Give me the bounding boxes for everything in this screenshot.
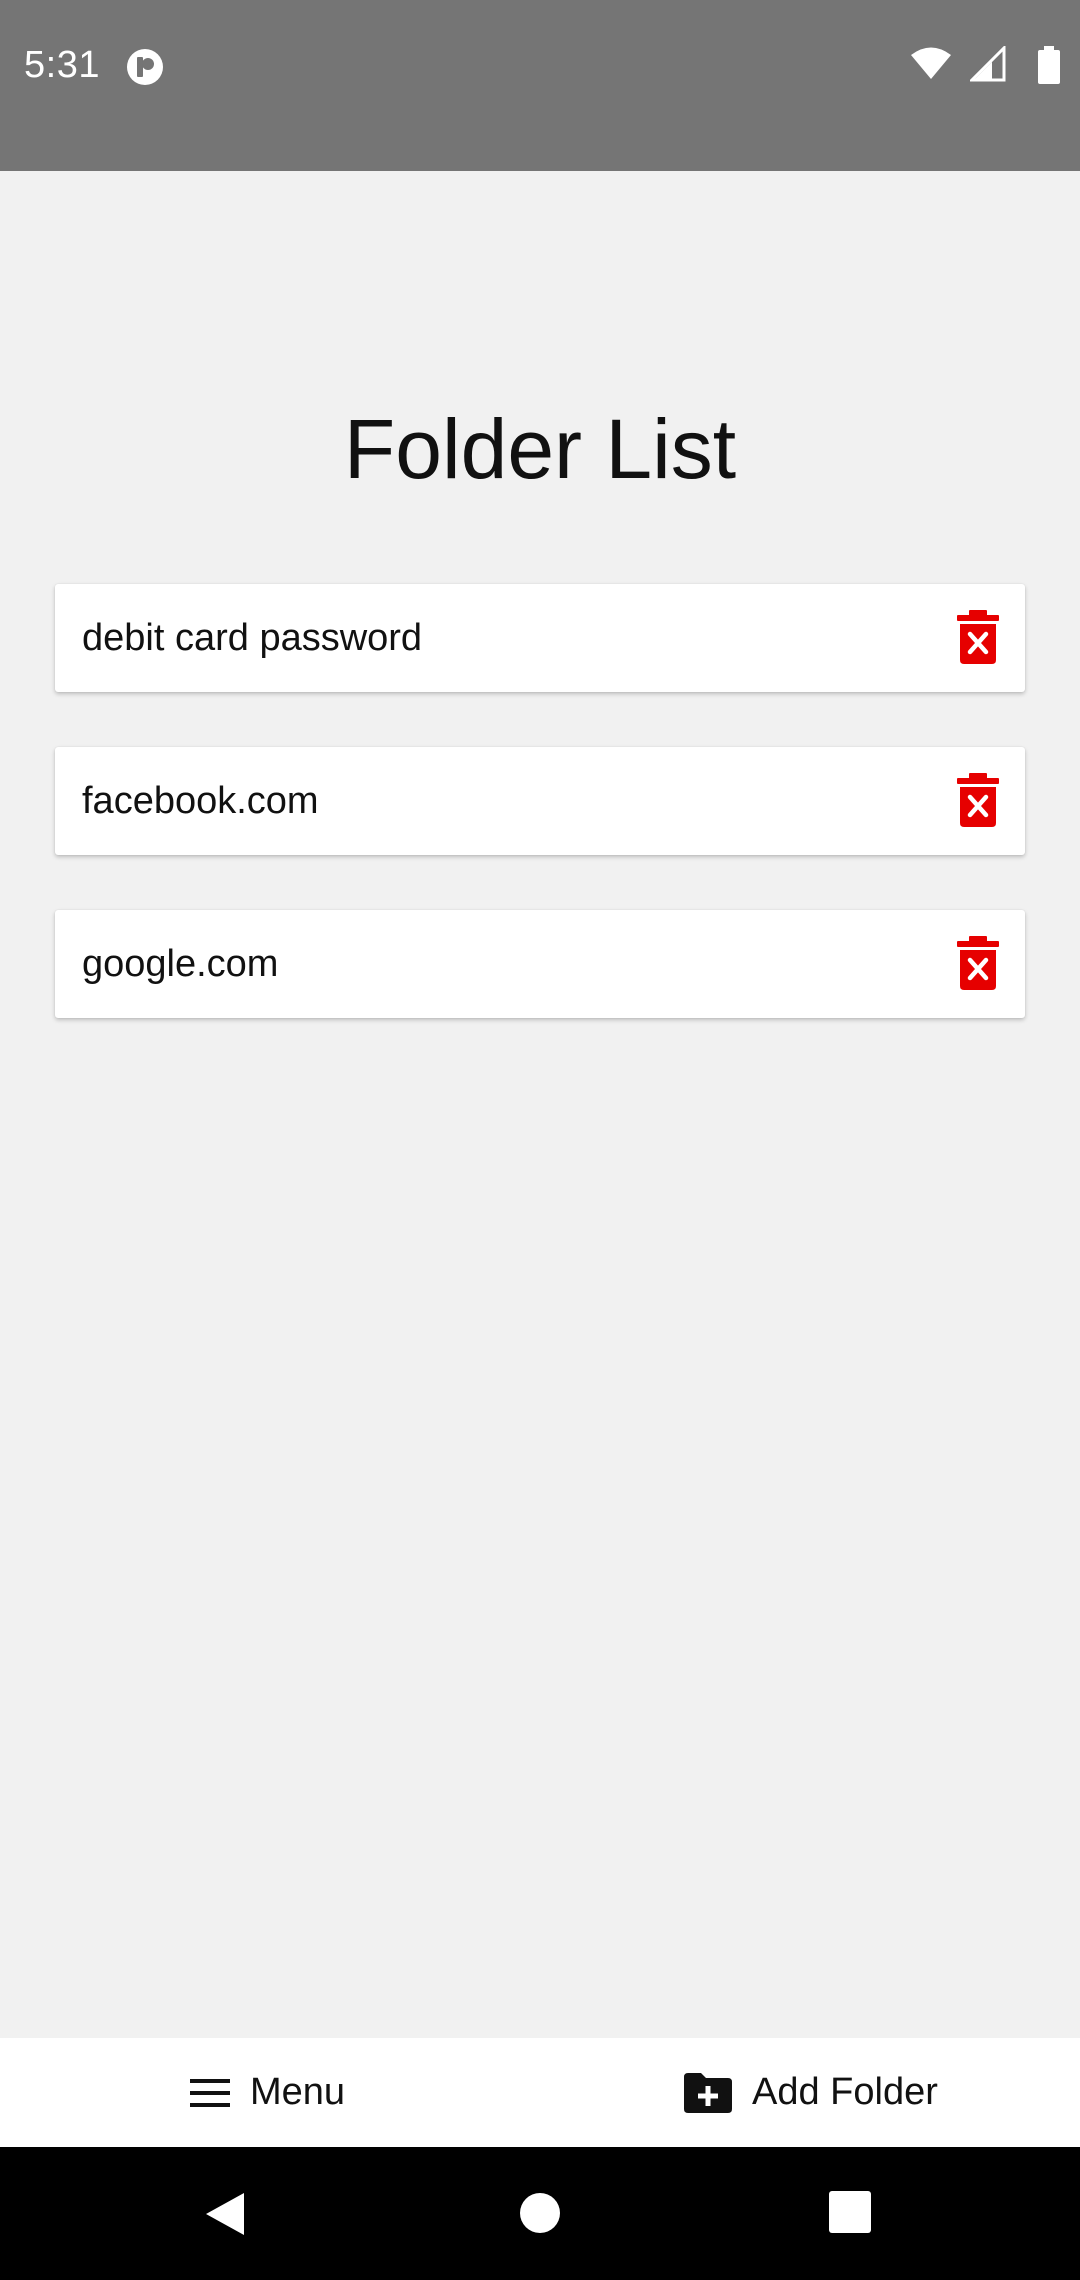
page-title: Folder List xyxy=(343,402,737,497)
trash-x-icon[interactable] xyxy=(957,610,999,664)
status-bar: 5:31 xyxy=(0,0,1080,171)
trash-x-icon[interactable] xyxy=(957,773,999,827)
menu-label: Menu xyxy=(250,2071,346,2113)
folder-list-item[interactable]: google.com xyxy=(55,910,1025,1018)
add-folder-button[interactable]: Add Folder xyxy=(684,2038,938,2147)
system-nav-bar xyxy=(0,2147,1080,2280)
app-notification-icon xyxy=(127,49,163,85)
wifi-icon xyxy=(911,47,951,79)
menu-button[interactable]: Menu xyxy=(190,2038,345,2147)
add-folder-label: Add Folder xyxy=(752,2071,938,2113)
folder-list-item[interactable]: debit card password xyxy=(55,584,1025,692)
folder-name: facebook.com xyxy=(82,780,319,822)
bottom-action-bar: Menu Add Folder xyxy=(0,2038,1080,2147)
trash-x-icon[interactable] xyxy=(957,936,999,990)
recents-icon[interactable] xyxy=(829,2191,871,2233)
battery-icon xyxy=(1038,46,1060,84)
home-icon[interactable] xyxy=(518,2191,562,2235)
hamburger-menu-icon xyxy=(190,2077,230,2109)
folder-name: google.com xyxy=(82,943,279,985)
folder-name: debit card password xyxy=(82,617,423,659)
folder-plus-icon xyxy=(684,2072,732,2113)
status-time: 5:31 xyxy=(24,44,100,86)
back-icon[interactable] xyxy=(204,2191,246,2237)
folder-list-item[interactable]: facebook.com xyxy=(55,747,1025,855)
cell-signal-icon xyxy=(970,46,1006,82)
folder-list: debit card password facebook.com google.… xyxy=(55,584,1025,1073)
